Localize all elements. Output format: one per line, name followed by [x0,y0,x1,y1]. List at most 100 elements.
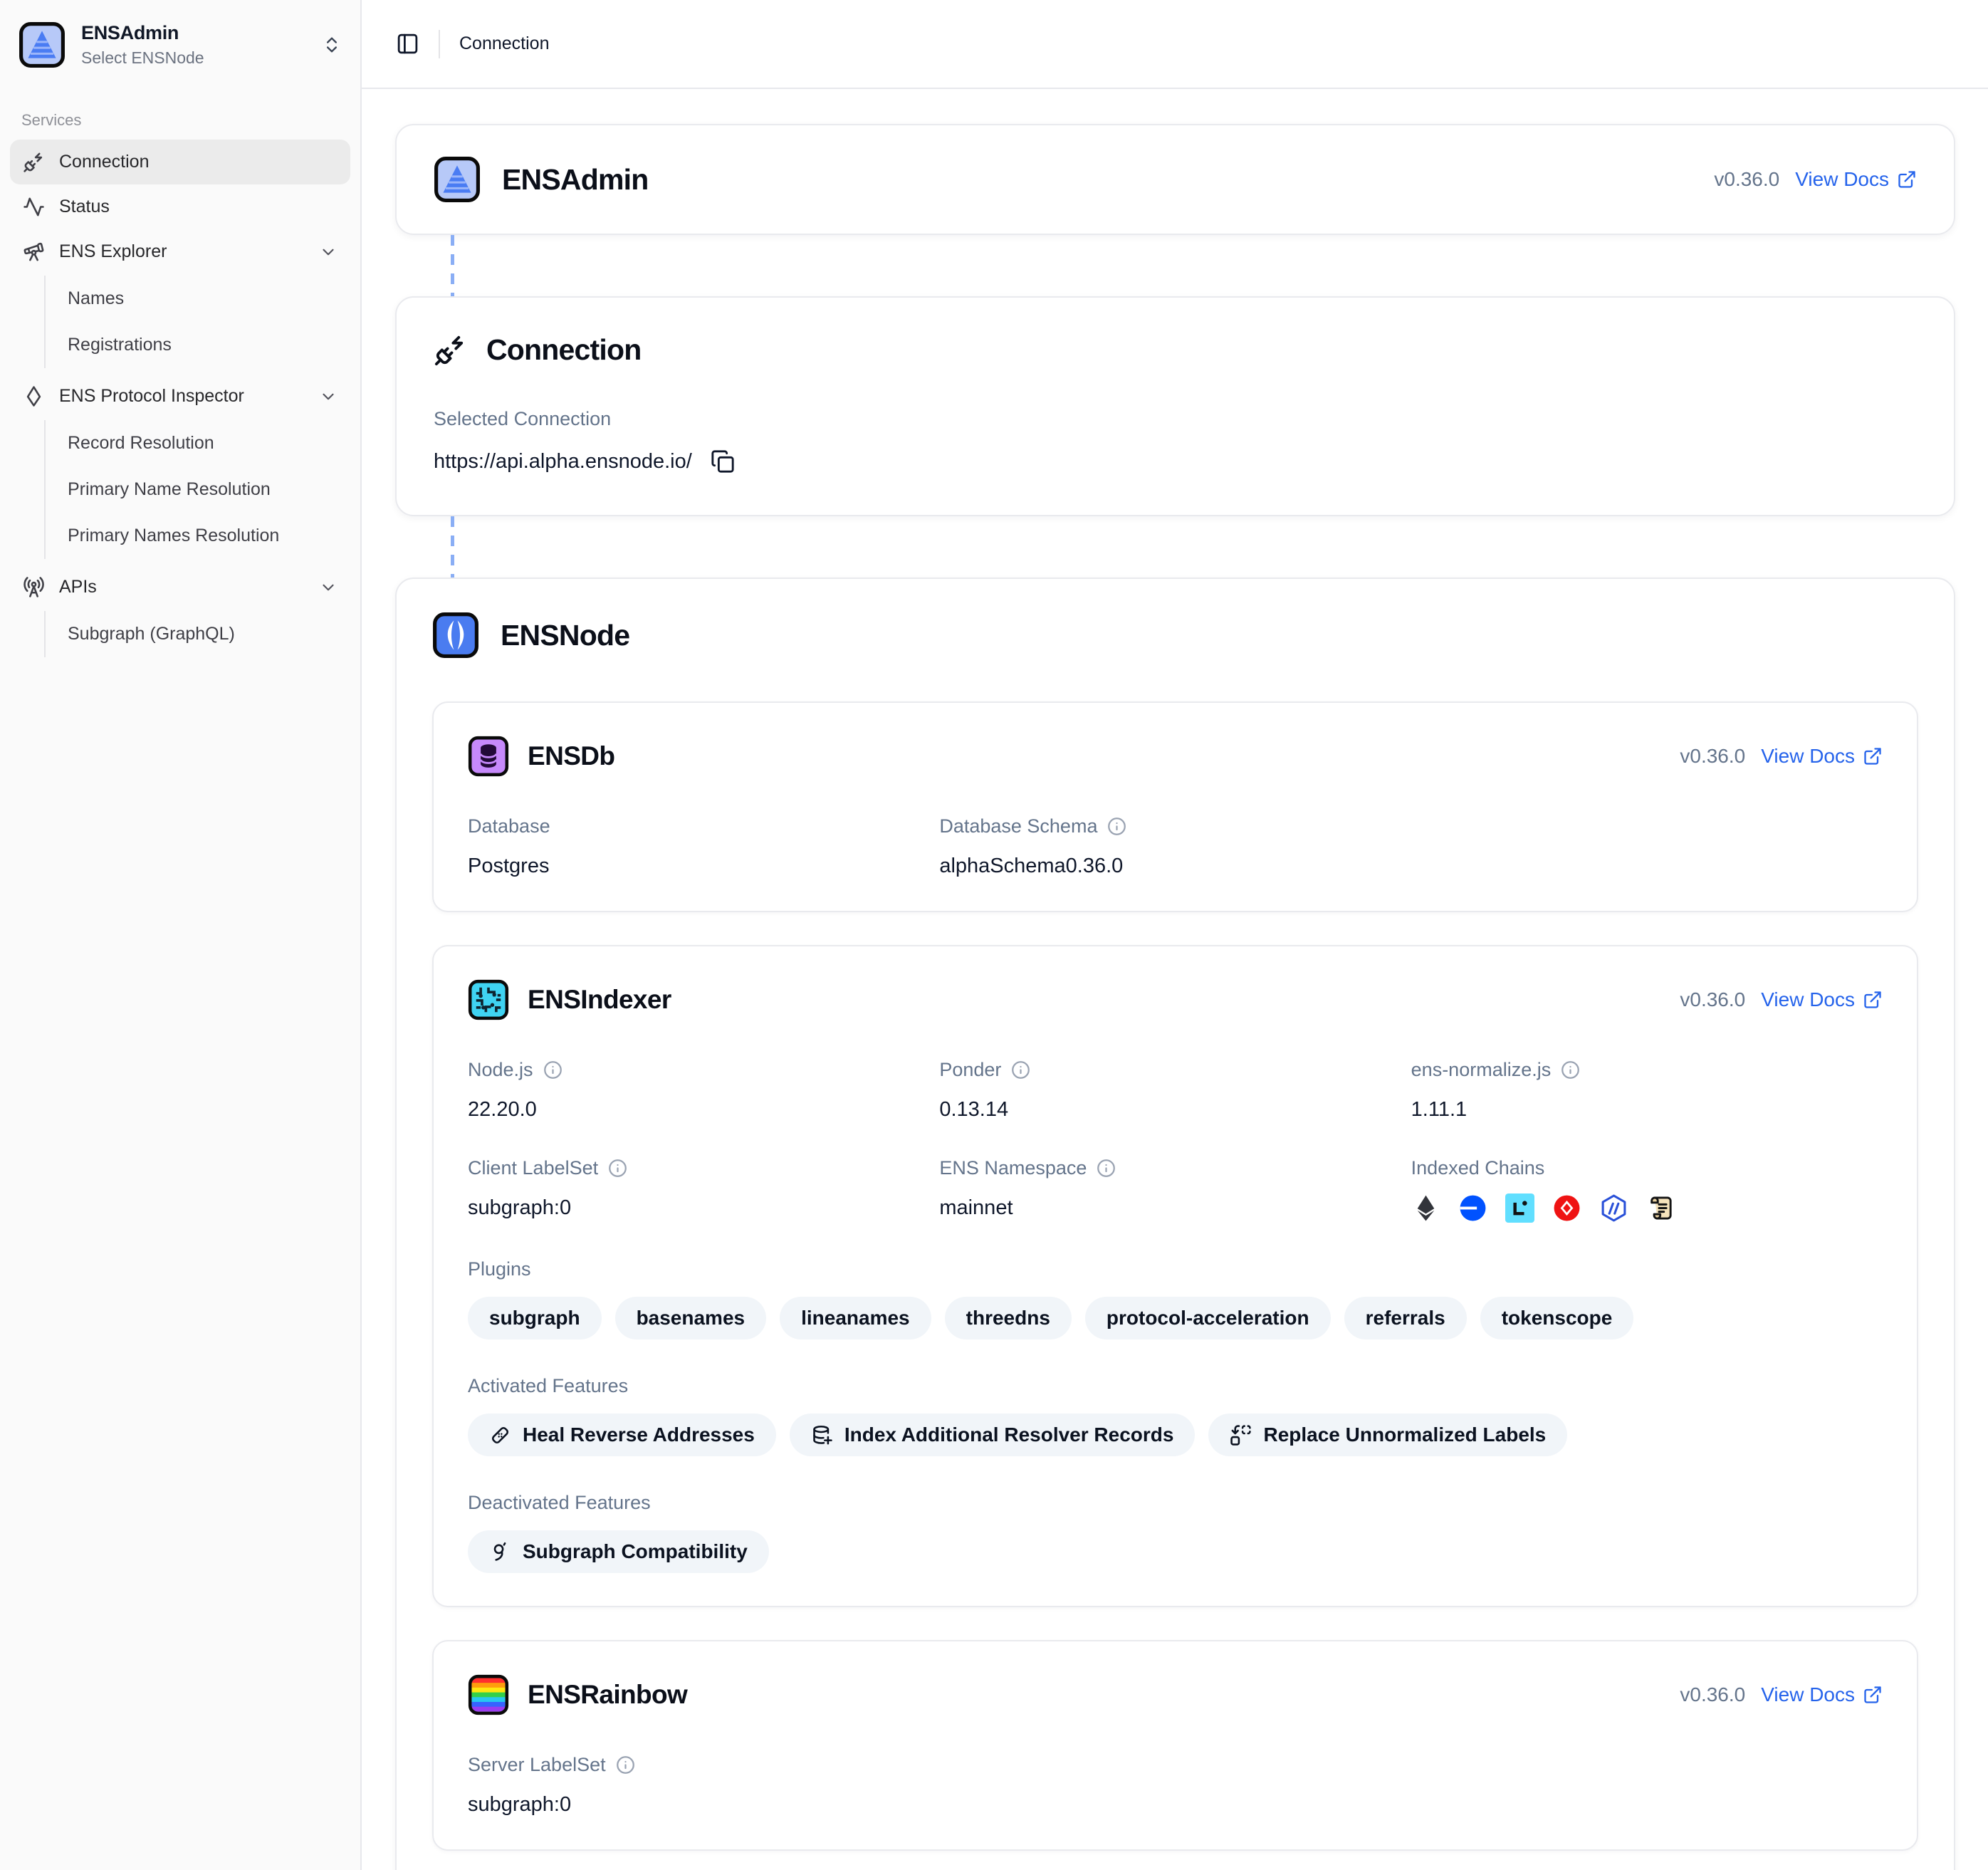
field-label: Database Schema [939,815,1097,837]
field-ponder: Ponder 0.13.14 [939,1059,1411,1122]
sidebar-item-connection[interactable]: Connection [10,140,350,184]
ensnode-selector[interactable]: ENSAdmin Select ENSNode [10,11,350,78]
feature-badge: Index Additional Resolver Records [790,1414,1196,1456]
field-ens-normalize: ens-normalize.js 1.11.1 [1411,1059,1883,1122]
sidebar-item-ens-explorer[interactable]: ENS Explorer [10,229,350,274]
ensrainbow-card: ENSRainbow v0.36.0 View Docs Server Labe… [432,1640,1918,1851]
topbar: Connection [362,0,1988,89]
plugin-badge: basenames [615,1297,767,1339]
field-database: Database Postgres [468,815,939,878]
view-docs-link[interactable]: View Docs [1761,745,1883,768]
plugin-badge: referrals [1344,1297,1467,1339]
info-icon[interactable] [1561,1060,1580,1080]
app-subtitle: Select ENSNode [81,48,306,68]
sidebar-item-label: Status [59,197,110,217]
ensdb-logo [468,736,509,777]
sidebar-item-subgraph-graphql[interactable]: Subgraph (GraphQL) [46,611,350,657]
field-database-schema: Database Schema alphaSchema0.36.0 [939,815,1411,878]
base-icon [1458,1193,1487,1223]
deactivated-features-label: Deactivated Features [468,1492,651,1514]
ensdb-card: ENSDb v0.36.0 View Docs Database Postgre… [432,701,1918,912]
sidebar-item-label: ENS Explorer [59,241,167,262]
connection-card: Connection Selected Connection https://a… [395,296,1955,516]
field-indexed-chains: Indexed Chains [1411,1157,1883,1223]
topbar-separator [439,30,440,58]
scroll-icon [1646,1193,1675,1223]
feature-badge: Subgraph Compatibility [468,1530,769,1573]
external-link-icon [1897,169,1917,189]
chevrons-up-down-icon[interactable] [322,35,342,55]
sidebar-item-primary-names-resolution[interactable]: Primary Names Resolution [46,513,350,559]
info-icon[interactable] [1107,817,1126,836]
card-title: ENSAdmin [502,163,648,197]
arbitrum-icon [1599,1193,1628,1223]
sidebar-nav: Connection Status ENS Explorer Names Reg… [10,140,350,663]
apis-subtree: Subgraph (GraphQL) [44,611,350,657]
chevron-down-icon [319,578,338,597]
app-title: ENSAdmin [81,22,306,44]
ensnode-logo [432,612,479,659]
chevron-down-icon [319,387,338,406]
sidebar-toggle-icon[interactable] [396,32,419,56]
radio-tower-icon [23,576,45,598]
info-icon[interactable] [1011,1060,1030,1080]
card-title: ENSIndexer [528,985,671,1015]
ensadmin-logo [434,156,481,203]
selected-connection-label: Selected Connection [434,408,611,430]
threedns-icon [1552,1193,1581,1223]
activated-features-section: Activated Features Heal Reverse Addresse… [468,1375,1883,1456]
external-link-icon [1863,1685,1883,1705]
bandage-icon [489,1424,511,1446]
version-badge: v0.36.0 [1680,1683,1745,1706]
sidebar-item-registrations[interactable]: Registrations [46,322,350,368]
info-icon[interactable] [1097,1159,1116,1178]
plug-zap-icon [434,333,467,367]
sidebar-item-label: ENS Protocol Inspector [59,386,244,407]
plugin-badge: protocol-acceleration [1085,1297,1331,1339]
plugins-label: Plugins [468,1258,531,1280]
sidebar-item-record-resolution[interactable]: Record Resolution [46,420,350,466]
copy-icon[interactable] [711,449,735,474]
view-docs-link[interactable]: View Docs [1761,988,1883,1011]
view-docs-link[interactable]: View Docs [1795,168,1917,191]
field-value: alphaSchema0.36.0 [939,855,1411,878]
plugin-badge: threedns [945,1297,1072,1339]
card-title: ENSNode [501,619,629,652]
info-icon[interactable] [608,1159,627,1178]
sidebar-item-ens-protocol-inspector[interactable]: ENS Protocol Inspector [10,374,350,419]
sidebar-item-primary-name-resolution[interactable]: Primary Name Resolution [46,466,350,513]
view-docs-link[interactable]: View Docs [1761,1683,1883,1706]
feature-badge: Replace Unnormalized Labels [1208,1414,1567,1456]
linea-icon [1505,1193,1534,1223]
card-title: ENSDb [528,741,614,771]
external-link-icon [1863,746,1883,766]
services-section-label: Services [21,111,339,130]
card-title: ENSRainbow [528,1680,687,1710]
plugins-section: Plugins subgraph basenames lineanames th… [468,1258,1883,1339]
ethereum-icon [1411,1193,1440,1223]
version-badge: v0.36.0 [1680,745,1745,768]
info-icon[interactable] [543,1060,563,1080]
protocol-inspector-subtree: Record Resolution Primary Name Resolutio… [44,420,350,559]
main-area: Connection ENSAdmin v0.36.0 View Docs [362,0,1988,1870]
field-client-labelset: Client LabelSet subgraph:0 [468,1157,939,1223]
info-icon[interactable] [616,1755,635,1775]
field-ens-namespace: ENS Namespace mainnet [939,1157,1411,1223]
page-content: ENSAdmin v0.36.0 View Docs Connection Se… [362,89,1988,1870]
plugin-badge: subgraph [468,1297,602,1339]
sidebar-item-status[interactable]: Status [10,184,350,229]
sidebar: ENSAdmin Select ENSNode Services Connect… [0,0,362,1870]
ensadmin-logo [19,21,66,68]
field-value: Postgres [468,855,939,878]
plugin-badge: tokenscope [1480,1297,1634,1339]
external-link-icon [1863,990,1883,1010]
telescope-icon [23,241,45,263]
sidebar-item-names[interactable]: Names [46,276,350,322]
ensrainbow-logo [468,1674,509,1715]
field-server-labelset: Server LabelSet subgraph:0 [468,1754,939,1817]
feature-badge: Heal Reverse Addresses [468,1414,776,1456]
version-badge: v0.36.0 [1714,168,1779,191]
connection-url: https://api.alpha.ensnode.io/ [434,450,692,474]
version-badge: v0.36.0 [1680,988,1745,1011]
sidebar-item-apis[interactable]: APIs [10,565,350,610]
